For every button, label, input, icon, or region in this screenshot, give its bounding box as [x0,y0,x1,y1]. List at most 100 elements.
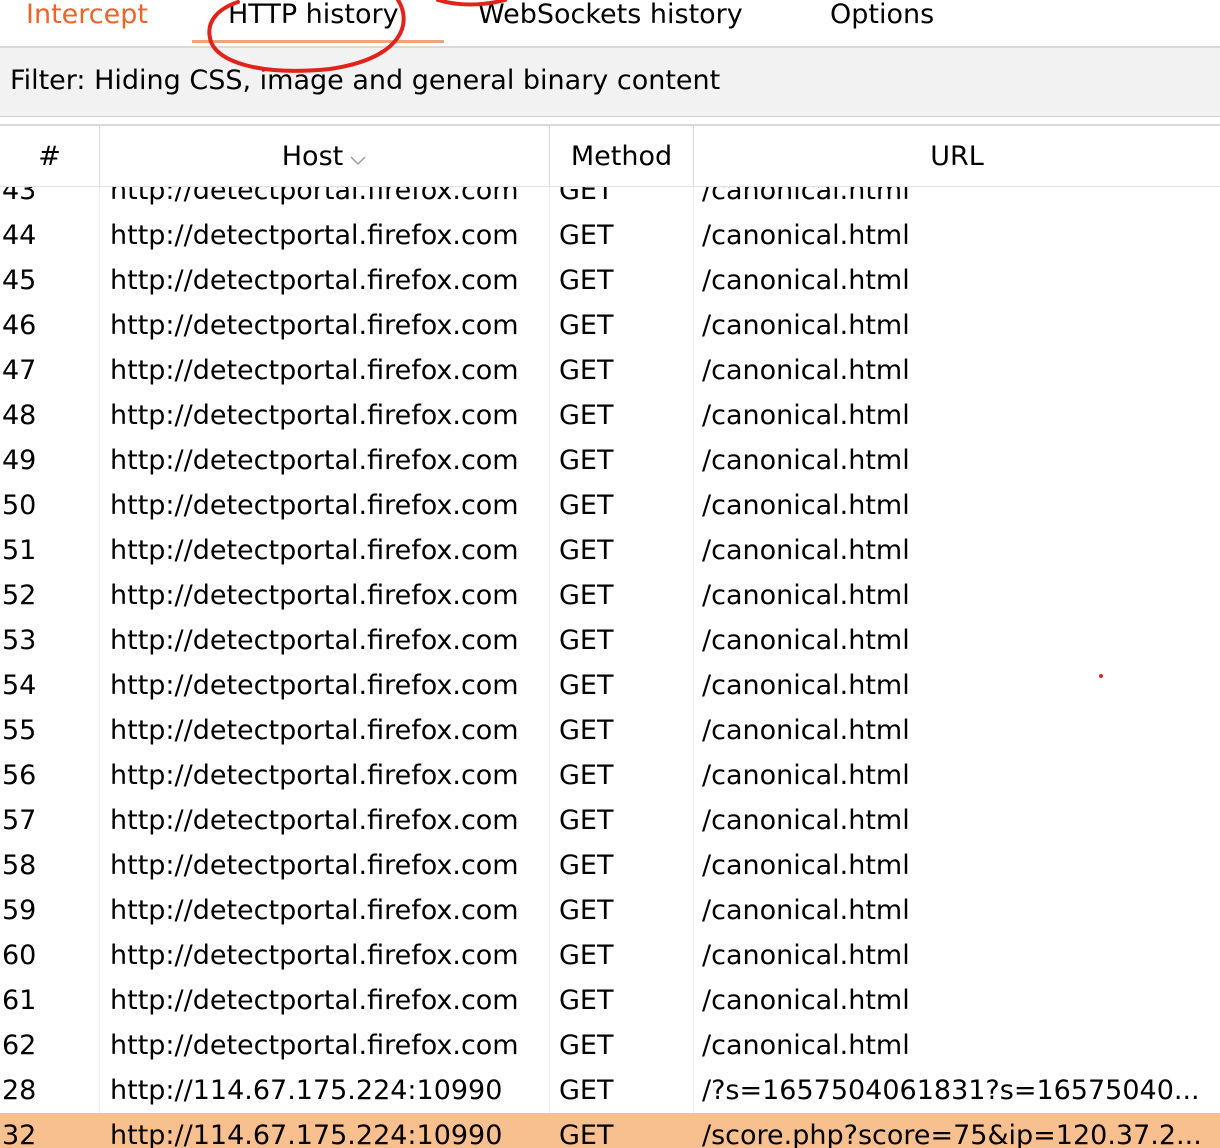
column-header-label: # [38,141,61,172]
row-method: GET [559,1120,614,1148]
row-host: http://detectportal.firefox.com [110,580,519,611]
table-row[interactable]: 55 http://detectportal.firefox.com GET/can… [0,708,1220,753]
table-row[interactable]: 62 http://detectportal.firefox.com GET/can… [0,1023,1220,1068]
row-host: http://detectportal.firefox.com [110,670,519,701]
filter-text[interactable]: Filter: Hiding CSS, image and general bi… [10,62,720,100]
row-method: GET [559,445,614,476]
row-number: 32 [2,1120,37,1148]
row-host: http://detectportal.firefox.com [110,715,519,746]
table-row[interactable]: 44 http://detectportal.firefox.com GET/can… [0,213,1220,258]
row-url: /canonical.html [702,445,910,476]
table-row[interactable]: 28 http://114.67.175.224:10990 GET /?s=1657… [0,1068,1220,1113]
row-host: http://detectportal.firefox.com [110,985,519,1016]
row-host: http://detectportal.firefox.com [110,625,519,656]
row-url: /?s=1657504061831?s=16575040... [702,1075,1200,1106]
row-url: /score.php?score=75&ip=120.37.2... [702,1120,1202,1148]
row-url: /canonical.html [702,715,910,746]
row-number: 48 [2,400,37,431]
row-host: http://detectportal.firefox.com [110,490,519,521]
row-method: GET [559,220,614,251]
row-url: /canonical.html [702,805,910,836]
row-method: GET [559,895,614,926]
column-header-url[interactable]: URL [694,126,1220,186]
row-number: 53 [2,625,37,656]
table-row[interactable]: 46 http://detectportal.firefox.com GET/can… [0,303,1220,348]
row-host: http://114.67.175.224:10990 [110,1075,503,1106]
row-number: 52 [2,580,37,611]
row-url: /canonical.html [702,580,910,611]
row-method: GET [559,670,614,701]
column-header-host[interactable]: Host [100,126,550,186]
tab-options[interactable]: Options [830,0,934,37]
table-row[interactable]: 59 http://detectportal.firefox.com GET/can… [0,888,1220,933]
row-url: /canonical.html [702,265,910,296]
row-host: http://detectportal.firefox.com [110,445,519,476]
table-row[interactable]: 54 http://detectportal.firefox.com GET/can… [0,663,1220,708]
row-host: http://detectportal.firefox.com [110,940,519,971]
table-header: # Host Method URL [0,124,1220,187]
row-host: http://detectportal.firefox.com [110,310,519,341]
row-url: /canonical.html [702,985,910,1016]
row-url: /canonical.html [702,535,910,566]
tab-intercept[interactable]: Intercept [26,0,148,37]
row-url: /canonical.html [702,850,910,881]
table-row[interactable]: 52 http://detectportal.firefox.com GET/can… [0,573,1220,618]
row-number: 51 [2,535,37,566]
table-row[interactable]: 48 http://detectportal.firefox.com GET/can… [0,393,1220,438]
table-row[interactable]: 47 http://detectportal.firefox.com GET/can… [0,348,1220,393]
row-url: /canonical.html [702,940,910,971]
row-host: http://detectportal.firefox.com [110,535,519,566]
row-method: GET [559,400,614,431]
table-row[interactable]: 32 http://114.67.175.224:10990 GET/score.p… [0,1113,1220,1148]
table-row[interactable]: 49 http://detectportal.firefox.com GET/can… [0,438,1220,483]
row-method: GET [559,940,614,971]
row-url: /canonical.html [702,355,910,386]
table-row[interactable]: 53 http://detectportal.firefox.com GET/can… [0,618,1220,663]
table-row[interactable]: 57 http://detectportal.firefox.com GET/can… [0,798,1220,843]
table-row[interactable]: 45 http://detectportal.firefox.com GET/can… [0,258,1220,303]
row-method: GET [559,355,614,386]
tab-http-history[interactable]: HTTP history [228,0,399,37]
row-url: /canonical.html [702,895,910,926]
row-number: 45 [2,265,37,296]
row-url: /canonical.html [702,670,910,701]
column-header-method[interactable]: Method [550,126,694,186]
row-number: 58 [2,850,37,881]
row-url: /canonical.html [702,760,910,791]
column-header-number[interactable]: # [0,126,100,186]
row-number: 46 [2,310,37,341]
row-url: /canonical.html [702,490,910,521]
tab-websockets-history[interactable]: WebSockets history [478,0,743,37]
filter-bar[interactable]: Filter: Hiding CSS, image and general bi… [0,48,1220,117]
row-url: /canonical.html [702,220,910,251]
row-number: 61 [2,985,37,1016]
row-method: GET [559,805,614,836]
table-row[interactable]: 58 http://detectportal.firefox.com GET/can… [0,843,1220,888]
table-row[interactable]: 56 http://detectportal.firefox.com GET/can… [0,753,1220,798]
row-host: http://detectportal.firefox.com [110,1030,519,1061]
table-row[interactable]: 61 http://detectportal.firefox.com GET/can… [0,978,1220,1023]
row-number: 44 [2,220,37,251]
row-host: http://detectportal.firefox.com [110,850,519,881]
row-method: GET [559,850,614,881]
column-header-label: Method [570,141,673,172]
row-number: 59 [2,895,37,926]
row-method: GET [559,760,614,791]
row-number: 55 [2,715,37,746]
row-method: GET [559,490,614,521]
row-number: 60 [2,940,37,971]
row-method: GET [559,310,614,341]
row-url: /canonical.html [702,310,910,341]
table-row[interactable]: 51 http://detectportal.firefox.com GET/can… [0,528,1220,573]
row-host: http://detectportal.firefox.com [110,760,519,791]
table-row[interactable]: 50 http://detectportal.firefox.com GET/can… [0,483,1220,528]
row-method: GET [559,715,614,746]
row-host: http://detectportal.firefox.com [110,895,519,926]
column-header-label: URL [930,141,984,172]
table-row[interactable]: 60 http://detectportal.firefox.com GET/can… [0,933,1220,978]
row-method: GET [559,1030,614,1061]
row-number: 49 [2,445,37,476]
history-table-body: 43 http://detectportal.firefox.com GET/can… [0,168,1220,1148]
row-number: 50 [2,490,37,521]
row-method: GET [559,265,614,296]
